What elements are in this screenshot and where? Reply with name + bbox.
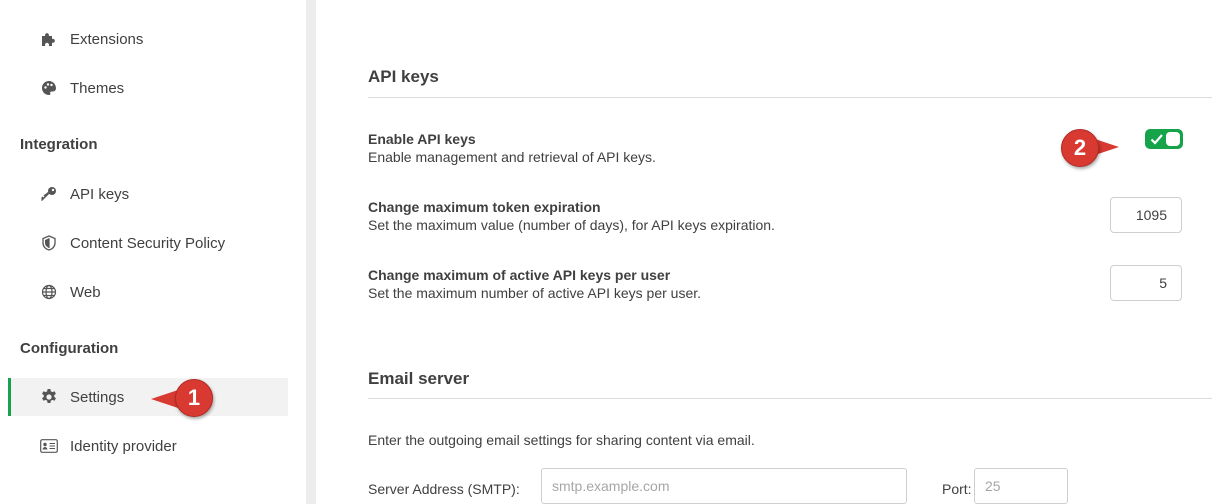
section-title-configuration: Configuration xyxy=(20,340,119,357)
sidebar-item-identity-provider[interactable]: Identity provider xyxy=(8,427,288,465)
sidebar-divider xyxy=(306,0,316,504)
section-title-integration: Integration xyxy=(20,136,98,153)
palette-icon xyxy=(40,79,58,97)
sidebar-item-content-security-policy[interactable]: Content Security Policy xyxy=(8,224,288,262)
checkmark-icon xyxy=(1150,134,1163,145)
globe-icon xyxy=(40,283,58,301)
gear-icon xyxy=(40,388,58,406)
callout-2: 2 xyxy=(1061,129,1119,167)
max-token-expiration-title: Change maximum token expiration xyxy=(368,199,601,215)
max-token-expiration-description: Set the maximum value (number of days), … xyxy=(368,217,775,233)
toggle-knob xyxy=(1166,132,1180,146)
email-server-heading: Email server xyxy=(368,369,470,388)
enable-api-keys-toggle[interactable] xyxy=(1145,129,1183,149)
shield-icon xyxy=(40,234,58,252)
server-address-label: Server Address (SMTP): xyxy=(368,481,520,497)
sidebar-item-settings[interactable]: Settings xyxy=(8,378,288,416)
sidebar-item-themes[interactable]: Themes xyxy=(8,69,288,107)
main-content: API keys Enable API keys Enable manageme… xyxy=(316,0,1212,504)
key-icon xyxy=(40,185,58,203)
sidebar-item-label: Identity provider xyxy=(70,437,177,455)
sidebar-item-label: API keys xyxy=(70,185,130,203)
sidebar-item-label: Web xyxy=(70,283,101,301)
port-input[interactable]: 25 xyxy=(974,468,1068,504)
sidebar-item-label: Settings xyxy=(70,388,125,406)
email-server-divider xyxy=(368,398,1212,399)
sidebar-item-api-keys[interactable]: API keys xyxy=(8,175,288,213)
sidebar-item-web[interactable]: Web xyxy=(8,273,288,311)
sidebar-item-label: Extensions xyxy=(70,30,144,48)
email-server-intro: Enter the outgoing email settings for sh… xyxy=(368,432,755,448)
puzzle-icon xyxy=(40,30,58,48)
sidebar: Extensions Themes Integration API keys C… xyxy=(0,0,306,504)
sidebar-item-extensions[interactable]: Extensions xyxy=(8,20,288,58)
id-card-icon xyxy=(40,437,58,455)
enable-api-keys-title: Enable API keys xyxy=(368,131,476,147)
max-active-keys-input[interactable]: 5 xyxy=(1110,265,1182,301)
enable-api-keys-description: Enable management and retrieval of API k… xyxy=(368,149,656,165)
sidebar-item-label: Themes xyxy=(70,79,125,97)
sidebar-item-label: Content Security Policy xyxy=(70,234,226,252)
callout-number: 2 xyxy=(1061,129,1099,167)
callout-1: 1 xyxy=(151,379,213,417)
max-token-expiration-input[interactable]: 1095 xyxy=(1110,197,1182,233)
port-label: Port: xyxy=(942,481,972,497)
max-active-keys-description: Set the maximum number of active API key… xyxy=(368,285,702,301)
max-active-keys-title: Change maximum of active API keys per us… xyxy=(368,267,671,283)
api-keys-heading: API keys xyxy=(368,67,439,86)
server-address-input[interactable]: smtp.example.com xyxy=(541,468,907,504)
callout-number: 1 xyxy=(175,379,213,417)
api-keys-divider xyxy=(368,97,1212,98)
